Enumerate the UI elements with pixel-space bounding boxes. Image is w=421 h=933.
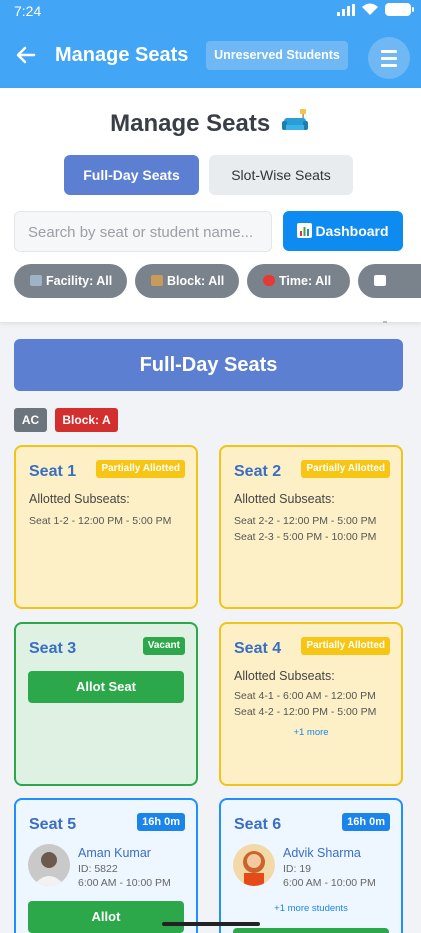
wifi-icon: [362, 3, 378, 15]
student-id: ID: 19: [283, 863, 312, 875]
seat-name: Seat 4: [234, 640, 282, 657]
status-bar: 7:24: [0, 0, 421, 24]
status-badge: Vacant: [142, 637, 185, 655]
tab-full-day-seats[interactable]: Full-Day Seats: [64, 155, 199, 195]
allot-button[interactable]: Allot: [28, 901, 184, 933]
seat-name: Seat 2: [234, 463, 282, 480]
more-subseats-link[interactable]: +1 more: [221, 727, 401, 738]
seat-name: Seat 6: [234, 816, 282, 833]
seat-name: Seat 1: [29, 463, 77, 480]
seat-name: Seat 3: [29, 640, 77, 657]
alarm-clock-icon: [263, 275, 275, 286]
status-badge: Partially Allotted: [96, 460, 185, 478]
student-name: Advik Sharma: [283, 846, 361, 860]
tab-slot-wise-seats[interactable]: Slot-Wise Seats: [209, 155, 353, 195]
seat-card[interactable]: Seat 2 Partially Allotted Allotted Subse…: [219, 445, 403, 609]
unreserved-students-button[interactable]: Unreserved Students: [206, 41, 348, 70]
duration-badge: 16h 0m: [137, 813, 185, 831]
hamburger-icon: [381, 50, 397, 53]
duration-badge: 16h 0m: [342, 813, 390, 831]
seat-card[interactable]: Seat 3 Vacant Allot Seat: [14, 622, 198, 786]
battery-icon: [385, 3, 414, 16]
header-panel: Manage Seats Full-Day Seats Slot-Wise Se…: [0, 88, 421, 323]
status-badge: Partially Allotted: [301, 460, 390, 478]
student-time: 6:00 AM - 10:00 PM: [283, 877, 376, 889]
chips-scrollbar[interactable]: [383, 321, 387, 323]
package-icon: [151, 275, 163, 286]
block-filter-chip[interactable]: Block: All: [135, 264, 239, 298]
app-bar-title: Manage Seats: [55, 44, 189, 66]
student-id: ID: 5822: [78, 863, 118, 875]
avatar: [28, 844, 70, 886]
chart-icon: [297, 223, 313, 238]
search-input[interactable]: Search by seat or student name...: [14, 211, 272, 252]
ac-tag: AC: [14, 408, 47, 432]
allotted-subseats-label: Allotted Subseats:: [234, 492, 335, 506]
back-arrow-icon[interactable]: [12, 41, 40, 69]
block-tag: Block: A: [55, 408, 118, 432]
allotted-subseats-label: Allotted Subseats:: [234, 669, 335, 683]
status-icons: [337, 3, 414, 16]
status-badge: Partially Allotted: [301, 637, 390, 655]
facility-filter-chip[interactable]: Facility: All: [14, 264, 127, 298]
student-time: 6:00 AM - 10:00 PM: [78, 877, 171, 889]
seat-name: Seat 5: [29, 816, 77, 833]
chart-icon: [374, 275, 386, 286]
allotted-subseats-label: Allotted Subseats:: [29, 492, 130, 506]
stats-filter-chip[interactable]: [358, 264, 421, 298]
more-students-link[interactable]: +1 more students: [221, 903, 401, 914]
time-filter-chip[interactable]: Time: All: [247, 264, 350, 298]
dashboard-button[interactable]: Dashboard: [283, 211, 403, 251]
seat-card[interactable]: Seat 6 16h 0m Advik Sharma ID: 19 6:00 A…: [219, 798, 403, 933]
status-time: 7:24: [14, 3, 42, 19]
subseat-item: Seat 4-2 - 12:00 PM - 5:00 PM: [234, 706, 377, 718]
seat-card[interactable]: Seat 5 16h 0m Aman Kumar ID: 5822 6:00 A…: [14, 798, 198, 933]
sofa-icon: [281, 109, 308, 130]
app-bar: Manage Seats Unreserved Students: [0, 24, 421, 88]
section-banner: Full-Day Seats: [14, 339, 403, 391]
subseat-item: Seat 4-1 - 6:00 AM - 12:00 PM: [234, 690, 376, 702]
subseat-item: Seat 1-2 - 12:00 PM - 5:00 PM: [29, 515, 172, 527]
seat-card[interactable]: Seat 4 Partially Allotted Allotted Subse…: [219, 622, 403, 786]
student-name: Aman Kumar: [78, 846, 151, 860]
allot-seat-button[interactable]: Allot Seat: [28, 671, 184, 703]
seat-card[interactable]: Seat 1 Partially Allotted Allotted Subse…: [14, 445, 198, 609]
signal-icon: [337, 3, 355, 16]
subseat-item: Seat 2-3 - 5:00 PM - 10:00 PM: [234, 531, 377, 543]
subseat-item: Seat 2-2 - 12:00 PM - 5:00 PM: [234, 515, 377, 527]
page-title: Manage Seats: [0, 108, 421, 138]
menu-button[interactable]: [368, 37, 410, 79]
avatar: [233, 844, 275, 886]
home-indicator: [162, 922, 260, 926]
action-button[interactable]: [233, 928, 389, 933]
building-icon: [30, 275, 42, 286]
